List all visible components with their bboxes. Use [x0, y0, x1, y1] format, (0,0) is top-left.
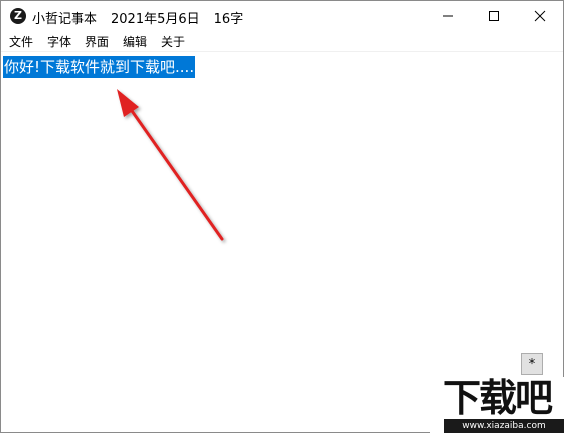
- title-bar[interactable]: Z 小哲记事本 2021年5月6日 16字: [1, 1, 563, 31]
- notepad-window: Z 小哲记事本 2021年5月6日 16字 文件 字体 界面 编辑 关于 你好!下载…: [0, 0, 564, 433]
- watermark-logo: 下载吧: [442, 376, 553, 420]
- watermark: 下载吧 www.xiazaiba.com: [430, 377, 564, 433]
- menu-edit[interactable]: 编辑: [123, 33, 147, 50]
- minimize-icon: [443, 15, 453, 17]
- text-editor[interactable]: 你好!下载软件就到下载吧.... *: [1, 52, 563, 432]
- maximize-button[interactable]: [471, 1, 517, 31]
- menu-interface[interactable]: 界面: [85, 33, 109, 50]
- app-title: 小哲记事本: [32, 12, 98, 27]
- menu-file[interactable]: 文件: [9, 33, 33, 50]
- app-icon: Z: [10, 8, 26, 24]
- close-icon: [534, 10, 546, 22]
- char-count-label: 16字: [213, 12, 244, 27]
- close-button[interactable]: [517, 1, 563, 31]
- menu-bar: 文件 字体 界面 编辑 关于: [1, 31, 563, 52]
- watermark-url: www.xiazaiba.com: [444, 419, 564, 433]
- maximize-icon: [489, 11, 499, 21]
- menu-about[interactable]: 关于: [161, 33, 185, 50]
- star-button[interactable]: *: [521, 353, 543, 375]
- menu-font[interactable]: 字体: [47, 33, 71, 50]
- window-title: 小哲记事本 2021年5月6日 16字: [32, 8, 257, 27]
- date-label: 2021年5月6日: [111, 12, 200, 27]
- annotation-arrow: [117, 89, 224, 241]
- minimize-button[interactable]: [425, 1, 471, 31]
